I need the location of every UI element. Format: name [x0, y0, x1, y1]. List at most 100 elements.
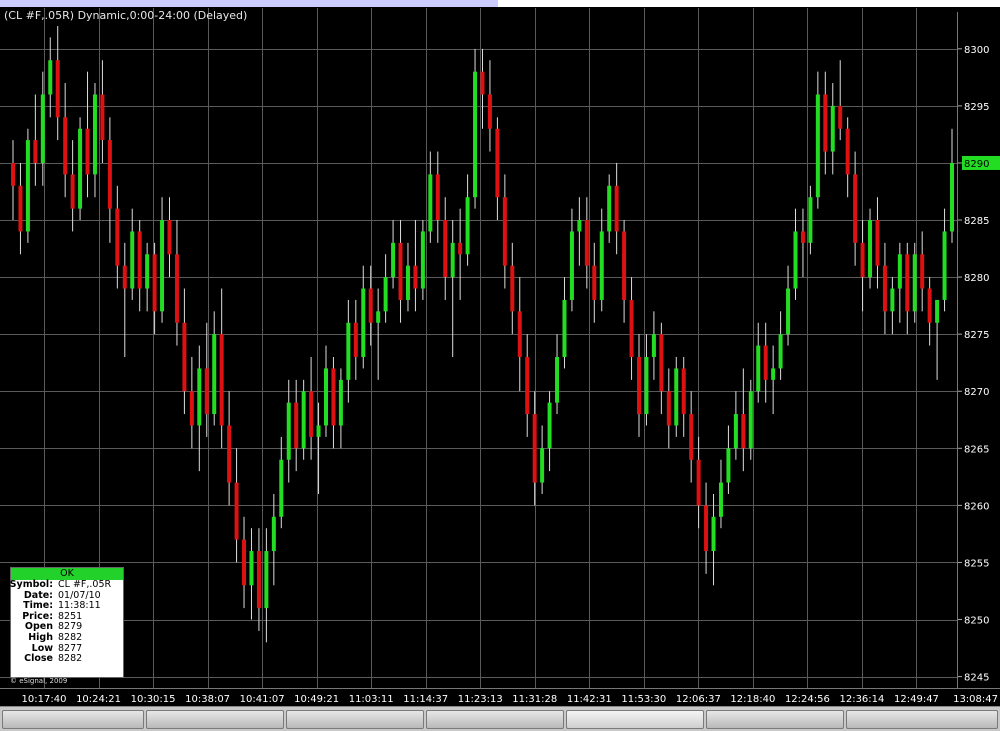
- bar-body: [733, 414, 738, 449]
- bar-body: [651, 334, 656, 357]
- down-bar: [122, 242, 127, 357]
- bar-body: [808, 197, 813, 243]
- bar-body: [48, 60, 53, 95]
- up-bar: [324, 345, 328, 437]
- down-bar: [882, 242, 887, 335]
- bar-body: [525, 357, 530, 415]
- down-bar: [517, 277, 522, 392]
- time-tick-label: 12:36:14: [839, 694, 884, 705]
- bar-body: [264, 551, 269, 609]
- bar-body: [920, 254, 925, 289]
- price-tick-label: 8295: [964, 102, 989, 113]
- window-tab[interactable]: [706, 710, 844, 729]
- down-bar: [55, 26, 60, 141]
- bar-body: [420, 231, 425, 289]
- bar-body: [741, 414, 746, 449]
- up-bar: [92, 83, 97, 198]
- down-bar: [189, 357, 194, 449]
- up-bar: [644, 334, 649, 426]
- bar-body: [115, 208, 120, 266]
- bar-body: [219, 334, 224, 426]
- up-bar: [391, 220, 396, 289]
- cursor-info-window[interactable]: OK Symbol: CL #F,.05R Date: 01/07/10 Time:…: [10, 567, 124, 678]
- price-tick-label: 8260: [964, 501, 989, 512]
- down-bar: [905, 242, 910, 335]
- down-bar: [256, 528, 261, 631]
- bar-body: [443, 220, 448, 278]
- bar-body: [294, 402, 299, 449]
- price-chart[interactable]: [0, 0, 1000, 730]
- info-row: High 8282: [11, 632, 123, 644]
- bar-body: [167, 220, 172, 255]
- bar-body: [659, 334, 664, 392]
- up-bar: [718, 459, 723, 529]
- bar-body: [823, 94, 828, 152]
- window-tab[interactable]: [566, 710, 704, 729]
- window-tab[interactable]: [846, 710, 998, 729]
- bar-body: [771, 368, 776, 380]
- price-axis[interactable]: 8245 8250 8255 8260 8265 8270 8275 8280 8285 8290…: [957, 12, 1000, 688]
- time-tick-label: 12:18:40: [730, 694, 775, 705]
- down-bar: [435, 151, 440, 243]
- down-bar: [681, 357, 686, 437]
- bar-body: [92, 94, 97, 175]
- window-tab[interactable]: [426, 710, 564, 729]
- down-bar: [242, 516, 247, 609]
- bar-body: [793, 231, 798, 289]
- window-tab[interactable]: [286, 710, 424, 729]
- bar-body: [666, 391, 671, 426]
- down-bar: [70, 140, 75, 232]
- bar-body: [592, 265, 597, 300]
- up-bar: [771, 345, 776, 415]
- bar-body: [212, 334, 217, 415]
- bar-body: [405, 265, 410, 300]
- bar-body: [905, 254, 910, 312]
- bar-body: [324, 368, 328, 426]
- down-bar: [823, 71, 828, 175]
- window-tab[interactable]: [2, 710, 144, 729]
- bar-body: [860, 242, 865, 278]
- up-bar: [562, 277, 567, 369]
- up-bar: [748, 379, 753, 460]
- down-bar: [920, 231, 925, 312]
- down-bar: [629, 277, 634, 380]
- bar-body: [942, 231, 947, 300]
- down-bar: [614, 162, 619, 255]
- bar-body: [33, 140, 38, 163]
- bar-body: [622, 231, 627, 300]
- bar-body: [40, 94, 45, 163]
- down-bar: [11, 140, 15, 221]
- bar-body: [897, 254, 902, 289]
- bar-body: [875, 220, 880, 266]
- bar-body: [152, 254, 157, 312]
- up-bar: [212, 311, 217, 426]
- bar-body: [249, 551, 254, 586]
- bar-body: [100, 94, 105, 141]
- down-bar: [860, 220, 865, 312]
- bar-body: [890, 288, 895, 312]
- up-bar: [450, 220, 455, 357]
- info-row: Close 8282: [11, 654, 123, 665]
- bar-body: [55, 60, 60, 118]
- bar-body: [11, 162, 15, 186]
- bar-body: [450, 242, 455, 278]
- bar-body: [137, 231, 142, 289]
- down-bar: [107, 117, 112, 243]
- down-bar: [331, 357, 336, 449]
- info-label: Close: [24, 653, 53, 665]
- time-tick-label: 13:08:47: [953, 694, 998, 705]
- bar-body: [547, 402, 552, 449]
- window-tab[interactable]: [146, 710, 284, 729]
- bar-body: [786, 288, 791, 335]
- bar-body: [853, 174, 858, 243]
- time-axis[interactable]: 10:17:40 10:24:21 10:30:15 10:38:07 10:41:07…: [0, 688, 1000, 707]
- up-bar: [25, 128, 30, 243]
- down-bar: [592, 242, 597, 323]
- up-bar: [950, 128, 954, 243]
- bar-body: [718, 482, 723, 517]
- time-tick-label: 11:03:11: [349, 694, 394, 705]
- down-bar: [689, 391, 694, 483]
- bar-body: [868, 220, 873, 278]
- bar-body: [346, 322, 351, 380]
- price-tick-label: 8280: [964, 273, 989, 284]
